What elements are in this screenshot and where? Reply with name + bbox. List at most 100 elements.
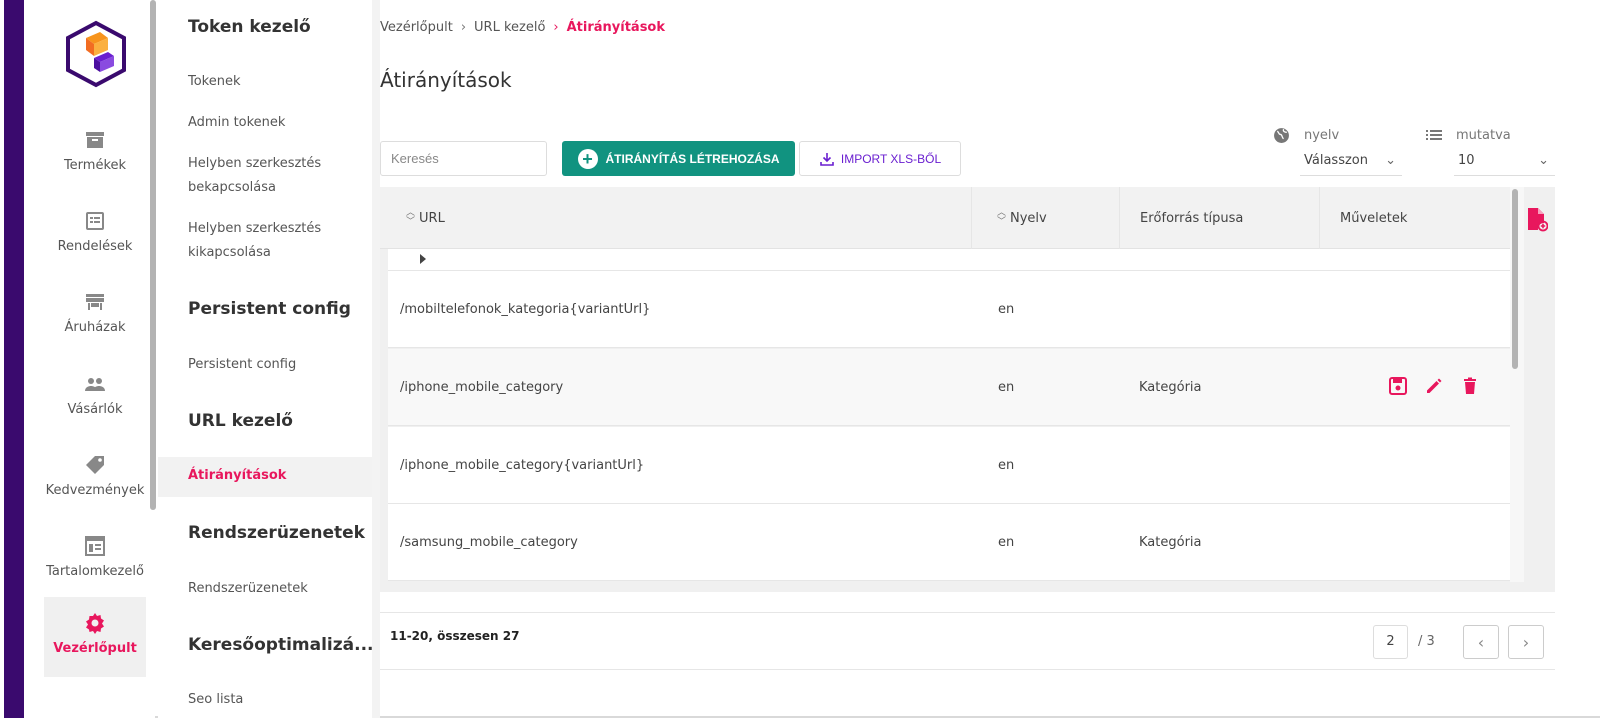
language-label: nyelv (1304, 128, 1340, 143)
plus-circle-icon: + (577, 148, 598, 169)
download-icon (820, 152, 834, 166)
nav-label: Kedvezmények (45, 483, 145, 498)
next-page-button[interactable]: › (1508, 625, 1544, 659)
page-size-label: mutatva (1456, 128, 1511, 143)
previous-page-button[interactable]: ‹ (1463, 625, 1499, 659)
create-redirect-button[interactable]: + ÁTIRÁNYÍTÁS LÉTREHOZÁSA (562, 141, 795, 176)
nav-item-products[interactable]: Termékek (44, 120, 146, 200)
nav-item-discounts[interactable]: Kedvezmények (44, 445, 146, 525)
language-select-value: Válasszon (1304, 153, 1368, 168)
submenu-divider (372, 0, 380, 718)
language-select[interactable]: Válasszon ⌄ (1300, 150, 1402, 176)
submenu-item-inline-edit-off[interactable]: Helyben szerkesztés kikapcsolása (188, 217, 368, 265)
column-header-label: Nyelv (1010, 210, 1047, 226)
nav-item-orders[interactable]: Rendelések (44, 201, 146, 281)
app-edge-bar (4, 0, 24, 718)
submenu-heading-seo: Keresőoptimalizá... (188, 635, 374, 655)
globe-icon (1274, 128, 1289, 143)
submenu-item-seo-list[interactable]: Seo lista (188, 688, 368, 712)
breadcrumb-separator: › (460, 20, 467, 35)
nav-item-cms[interactable]: Tartalomkezelő (44, 526, 146, 606)
submenu-item-inline-edit-on[interactable]: Helyben szerkesztés bekapcsolása (188, 152, 368, 200)
cell-resource-type: Kategória (1139, 535, 1202, 550)
chevron-down-icon: ⌄ (1385, 153, 1396, 168)
chevron-down-icon: ⌄ (1538, 153, 1549, 168)
edit-icon[interactable] (1424, 376, 1444, 396)
submenu-heading-token: Token kezelő (188, 17, 311, 37)
content-icon (85, 536, 105, 556)
cell-language: en (998, 302, 1015, 317)
nav-label: Tartalomkezelő (46, 564, 144, 579)
create-redirect-label: ÁTIRÁNYÍTÁS LÉTREHOZÁSA (605, 151, 780, 166)
sort-icon[interactable]: ︿ ﹀ (406, 209, 415, 227)
nav-label: Termékek (63, 158, 127, 173)
import-xls-button[interactable]: IMPORT XLS-BŐL (799, 141, 961, 176)
gear-icon (86, 613, 104, 634)
cell-url: /iphone_mobile_category{variantUrl} (400, 458, 645, 473)
table-row[interactable]: /samsung_mobile_category en Kategória (388, 504, 1510, 581)
nav-item-stores[interactable]: Áruházak (44, 282, 146, 362)
column-divider (1319, 187, 1320, 249)
nav-scrollbar[interactable] (150, 0, 156, 510)
cell-language: en (998, 535, 1015, 550)
breadcrumb-dashboard[interactable]: Vezérlőpult (380, 20, 453, 35)
cell-url: /mobiltelefonok_kategoria{variantUrl} (400, 302, 651, 317)
cell-language: en (998, 458, 1015, 473)
app-logo (66, 20, 126, 88)
main-nav: Termékek Rendelések Áruházak Vásárlók Ke… (24, 0, 155, 718)
table-scrollbar[interactable] (1512, 189, 1518, 369)
column-header-url[interactable]: ︿ ﹀ URL (406, 187, 445, 249)
delete-icon[interactable] (1460, 376, 1480, 396)
page-title: Átirányítások (380, 68, 512, 92)
column-divider (971, 187, 972, 249)
table-row[interactable]: /iphone_mobile_category{variantUrl} en (388, 427, 1510, 504)
column-header-actions: Műveletek (1340, 210, 1408, 226)
row-actions (1388, 376, 1480, 396)
nav-label: Rendelések (57, 239, 133, 254)
column-header-language[interactable]: ︿ ﹀ Nyelv (997, 187, 1047, 249)
submenu-heading-persistent: Persistent config (188, 299, 351, 319)
submenu-heading-url: URL kezelő (188, 411, 293, 431)
store-icon (86, 294, 104, 310)
receipt-icon (86, 212, 104, 230)
nav-label: Áruházak (64, 320, 126, 335)
breadcrumb-separator: › (553, 20, 559, 35)
nav-label: Vezérlőpult (53, 641, 137, 656)
cell-language: en (998, 380, 1015, 395)
table-row[interactable]: /mobiltelefonok_kategoria{variantUrl} en (388, 271, 1510, 348)
page-size-select[interactable]: 10 ⌄ (1454, 150, 1555, 176)
page-size-value: 10 (1458, 153, 1475, 168)
sort-icon[interactable]: ︿ ﹀ (997, 209, 1006, 227)
column-divider (1119, 187, 1120, 249)
tag-icon (86, 456, 104, 474)
breadcrumb-url-manager[interactable]: URL kezelő (474, 20, 545, 35)
import-xls-label: IMPORT XLS-BŐL (840, 151, 942, 166)
archive-icon (86, 132, 104, 148)
submenu-item-system-messages[interactable]: Rendszerüzenetek (188, 577, 368, 601)
table-footer: 11-20, összesen 27 2 / 3 ‹ › (380, 612, 1555, 670)
file-add-icon[interactable] (1526, 206, 1548, 232)
chevron-left-icon: ‹ (1477, 632, 1485, 652)
chevron-right-icon: › (1522, 632, 1530, 652)
breadcrumb: Vezérlőpult › URL kezelő › Átirányítások (380, 20, 665, 35)
submenu-item-redirects[interactable]: Átirányítások (158, 457, 376, 497)
submenu-item-persistent-config[interactable]: Persistent config (188, 353, 368, 377)
nav-item-dashboard[interactable]: Vezérlőpult (44, 597, 146, 677)
nav-item-customers[interactable]: Vásárlók (44, 364, 146, 444)
table-row[interactable]: /iphone_mobile_category en Kategória (388, 349, 1510, 426)
breadcrumb-current: Átirányítások (566, 20, 666, 35)
submenu-item-tokens[interactable]: Tokenek (188, 70, 368, 94)
page-number-input[interactable]: 2 (1373, 625, 1408, 659)
submenu-item-admin-tokens[interactable]: Admin tokenek (188, 111, 368, 135)
table-header: ︿ ﹀ URL ︿ ﹀ Nyelv Erőforrás típusa Művelet… (380, 187, 1510, 249)
caret-right-icon[interactable] (420, 254, 426, 264)
nav-label: Vásárlók (67, 402, 123, 417)
page-total: / 3 (1418, 634, 1435, 649)
cell-resource-type: Kategória (1139, 380, 1202, 395)
column-header-label: URL (419, 210, 445, 226)
cell-url: /iphone_mobile_category (400, 380, 564, 395)
save-icon[interactable] (1388, 376, 1408, 396)
search-input[interactable] (380, 141, 547, 176)
column-header-resource-type: Erőforrás típusa (1140, 210, 1244, 226)
expand-toggle-row[interactable] (388, 249, 1510, 271)
